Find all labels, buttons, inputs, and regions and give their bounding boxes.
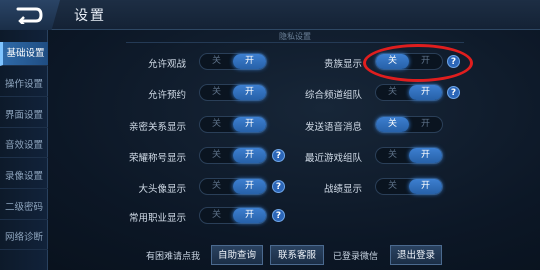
common-role-display-label: 常用职业显示 — [128, 213, 186, 224]
toggle-off-option[interactable]: 关 — [200, 117, 233, 132]
channel-team-toggle[interactable]: 关 开 — [375, 84, 443, 101]
red-annotation-circle — [363, 44, 473, 82]
big-avatar-display-toggle[interactable]: 关 开 — [199, 178, 267, 195]
allow-reserve-toggle[interactable]: 关 开 — [199, 84, 267, 101]
sidebar-item-secondary-password[interactable]: 二级密码 — [0, 196, 48, 220]
toggle-off-option[interactable]: 关 — [200, 54, 233, 69]
allow-spectate-toggle[interactable]: 关 开 — [199, 53, 267, 70]
battle-display-label: 战绩显示 — [323, 184, 362, 195]
toggle-on-option[interactable]: 开 — [233, 148, 266, 163]
toggle-on-option[interactable]: 开 — [409, 148, 442, 163]
section-title: 隐私设置 — [126, 31, 464, 43]
self-help-button[interactable]: 自助查询 — [211, 245, 263, 265]
glory-title-display-toggle[interactable]: 关 开 — [199, 147, 267, 164]
big-avatar-display-label: 大头像显示 — [138, 184, 186, 195]
toggle-off-option[interactable]: 关 — [200, 208, 233, 223]
allow-reserve-label: 允许预约 — [147, 90, 186, 101]
sidebar-item-network-diagnosis[interactable]: 网络诊断 — [0, 226, 48, 250]
toggle-on-option[interactable]: 开 — [233, 85, 266, 100]
back-button[interactable] — [0, 0, 60, 30]
toggle-on-option[interactable]: 开 — [409, 179, 442, 194]
toggle-off-option[interactable]: 关 — [200, 148, 233, 163]
recent-team-toggle[interactable]: 关 开 — [375, 147, 443, 164]
common-role-help-icon[interactable]: ? — [272, 209, 285, 222]
sidebar-item-sound[interactable]: 音效设置 — [0, 134, 48, 158]
toggle-off-option[interactable]: 关 — [376, 117, 409, 132]
toggle-on-option[interactable]: 开 — [409, 85, 442, 100]
logout-button[interactable]: 退出登录 — [390, 245, 442, 265]
toggle-on-option[interactable]: 开 — [233, 179, 266, 194]
toggle-off-option[interactable]: 关 — [200, 85, 233, 100]
toggle-off-option[interactable]: 关 — [376, 179, 409, 194]
battle-display-toggle[interactable]: 关 开 — [375, 178, 443, 195]
recent-team-label: 最近游戏组队 — [304, 153, 362, 164]
toggle-on-option[interactable]: 开 — [409, 117, 442, 132]
wechat-login-text: 已登录微信 — [333, 252, 379, 262]
toggle-off-option[interactable]: 关 — [376, 148, 409, 163]
toggle-on-option[interactable]: 开 — [233, 208, 266, 223]
help-prompt-text: 有困难请点我 — [146, 252, 201, 262]
channel-team-label: 综合频道组队 — [304, 90, 362, 101]
sidebar-item-basic[interactable]: 基础设置 — [0, 42, 48, 66]
common-role-display-toggle[interactable]: 关 开 — [199, 207, 267, 224]
intimate-display-toggle[interactable]: 关 开 — [199, 116, 267, 133]
toggle-on-option[interactable]: 开 — [233, 54, 266, 69]
noble-display-label: 贵族显示 — [323, 59, 362, 70]
glory-title-display-label: 荣耀称号显示 — [128, 153, 186, 164]
toggle-off-option[interactable]: 关 — [200, 179, 233, 194]
toggle-on-option[interactable]: 开 — [233, 117, 266, 132]
toggle-off-option[interactable]: 关 — [376, 85, 409, 100]
allow-spectate-label: 允许观战 — [147, 59, 186, 70]
contact-service-button[interactable]: 联系客服 — [270, 245, 324, 265]
sidebar-item-interface[interactable]: 界面设置 — [0, 104, 48, 128]
sidebar-item-recording[interactable]: 录像设置 — [0, 165, 48, 189]
top-bar: 设置 — [0, 0, 540, 30]
intimate-display-label: 亲密关系显示 — [128, 122, 186, 133]
voice-message-toggle[interactable]: 关 开 — [375, 116, 443, 133]
page-title: 设置 — [74, 8, 106, 24]
settings-sidebar: 基础设置 操作设置 界面设置 音效设置 录像设置 二级密码 网络诊断 — [0, 30, 48, 270]
voice-message-label: 发送语音消息 — [304, 122, 362, 133]
back-arrow-icon — [16, 7, 43, 24]
channel-team-help-icon[interactable]: ? — [447, 86, 460, 99]
sidebar-item-operation[interactable]: 操作设置 — [0, 73, 48, 97]
